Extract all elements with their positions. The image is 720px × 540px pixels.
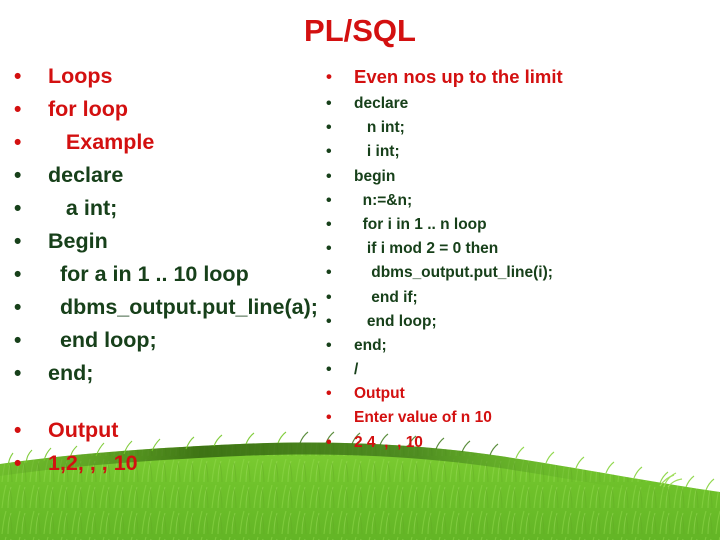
left-bullet-line: • Loops <box>14 60 344 93</box>
right-bullet-text: if i mod 2 = 0 then <box>354 240 499 258</box>
right-bullet-text: Even nos up to the limit <box>354 66 563 87</box>
left-bullet-text: Output <box>48 418 119 442</box>
left-bullet-text: for a in 1 .. 10 loop <box>48 262 249 286</box>
right-bullet-line: • if i mod 2 = 0 then <box>326 237 716 261</box>
right-bullet-line: • end if; <box>326 286 716 310</box>
bullet-point-icon: • <box>326 119 332 137</box>
left-bullet-line: • for loop <box>14 93 344 126</box>
right-bullet-line: • for i in 1 .. n loop <box>326 213 716 237</box>
right-bullet-text: end loop; <box>354 312 437 330</box>
left-bullet-line: • end loop; <box>14 324 344 357</box>
bullet-point-icon: • <box>14 164 22 187</box>
right-bullet-line: • i int; <box>326 140 716 164</box>
right-bullet-text: n int; <box>354 119 405 137</box>
right-bullet-line: • Output <box>326 382 716 406</box>
right-bullet-line: • end; <box>326 334 716 358</box>
right-bullet-text: / <box>354 361 359 379</box>
left-bullet-line: • Output <box>14 414 344 447</box>
right-bullet-text: i int; <box>354 143 400 161</box>
left-bullet-text: Begin <box>48 229 108 253</box>
right-bullet-text: begin <box>354 167 396 185</box>
bullet-point-icon: • <box>14 131 22 154</box>
bullet-point-icon: • <box>14 419 22 442</box>
left-bullet-text: declare <box>48 163 124 187</box>
right-bullet-line: • n:=&n; <box>326 189 716 213</box>
bullet-point-icon: • <box>326 95 332 112</box>
bullet-point-icon: • <box>326 167 332 185</box>
left-bullet-line: • declare <box>14 159 344 192</box>
bullet-point-icon: • <box>326 288 332 306</box>
right-bullet-line: • end loop; <box>326 310 716 334</box>
slide-canvas: PL/SQL • Loops • for loop • Example • declare •… <box>0 0 720 540</box>
bullet-point-icon: • <box>326 336 332 354</box>
bullet-point-icon: • <box>14 65 22 88</box>
left-bullet-text: dbms_output.put_line(a); <box>48 295 318 319</box>
left-bullet-line: • a int; <box>14 192 344 225</box>
bullet-point-icon: • <box>326 191 332 209</box>
bullet-point-icon: • <box>14 362 22 385</box>
right-bullet-text: for i in 1 .. n loop <box>354 215 487 233</box>
right-bullet-line: • declare <box>326 92 716 116</box>
right-bullet-text: end; <box>354 336 387 354</box>
right-bullet-line: • Even nos up to the limit <box>326 62 716 92</box>
bullet-point-icon: • <box>14 296 22 319</box>
bullet-point-icon: • <box>326 264 332 282</box>
left-bullet-text: end loop; <box>48 328 157 352</box>
right-bullet-line: • n int; <box>326 116 716 140</box>
bullet-point-icon: • <box>326 433 332 451</box>
right-bullet-line: • dbms_output.put_line(i); <box>326 261 716 285</box>
right-bullet-line: • begin <box>326 165 716 189</box>
bullet-point-icon: • <box>14 329 22 352</box>
bullet-point-icon: • <box>326 143 332 161</box>
right-bullet-text: declare <box>354 95 409 112</box>
left-bullet-line <box>14 390 344 414</box>
bullet-point-icon: • <box>14 452 22 475</box>
right-bullet-text: n:=&n; <box>354 191 413 209</box>
right-bullet-line: • 2 4 , , 10 <box>326 431 716 455</box>
bullet-point-icon: • <box>326 312 332 330</box>
left-bullet-line: • Begin <box>14 225 344 258</box>
right-bullet-text: 2 4 , , 10 <box>354 433 423 451</box>
left-bullet-text: for loop <box>48 97 129 121</box>
bullet-point-icon: • <box>326 67 332 86</box>
bullet-point-icon: • <box>14 197 22 220</box>
bullet-point-icon: • <box>14 98 22 121</box>
right-bullet-text: end if; <box>354 288 418 306</box>
bullet-point-icon: • <box>14 263 22 286</box>
left-bullet-text: end; <box>48 361 94 385</box>
bullet-point-icon: • <box>326 385 332 403</box>
left-bullet-text: Loops <box>48 64 113 88</box>
right-bullet-line: • Enter value of n 10 <box>326 406 716 430</box>
left-bullet-line: • dbms_output.put_line(a); <box>14 291 344 324</box>
left-bullet-line: • 1,2, , , 10 <box>14 447 344 480</box>
left-bullet-line: • for a in 1 .. 10 loop <box>14 258 344 291</box>
left-bullet-list: • Loops • for loop • Example • declare • a int;… <box>14 60 344 480</box>
left-bullet-text: Example <box>48 130 155 154</box>
bullet-point-icon: • <box>326 215 332 233</box>
bullet-point-icon: • <box>14 230 22 253</box>
left-bullet-text: a int; <box>48 196 118 220</box>
right-bullet-text: dbms_output.put_line(i); <box>354 264 553 282</box>
right-bullet-line: • / <box>326 358 716 382</box>
left-bullet-line: • end; <box>14 357 344 390</box>
right-bullet-text: Output <box>354 385 405 403</box>
bullet-point-icon: • <box>326 361 332 379</box>
bullet-point-icon: • <box>326 240 332 258</box>
left-bullet-text: 1,2, , , 10 <box>48 451 138 475</box>
right-bullet-list: • Even nos up to the limit • declare • n int… <box>326 62 716 455</box>
bullet-point-icon: • <box>326 409 332 427</box>
page-title: PL/SQL <box>304 13 416 48</box>
left-bullet-line: • Example <box>14 126 344 159</box>
right-bullet-text: Enter value of n 10 <box>354 409 492 427</box>
